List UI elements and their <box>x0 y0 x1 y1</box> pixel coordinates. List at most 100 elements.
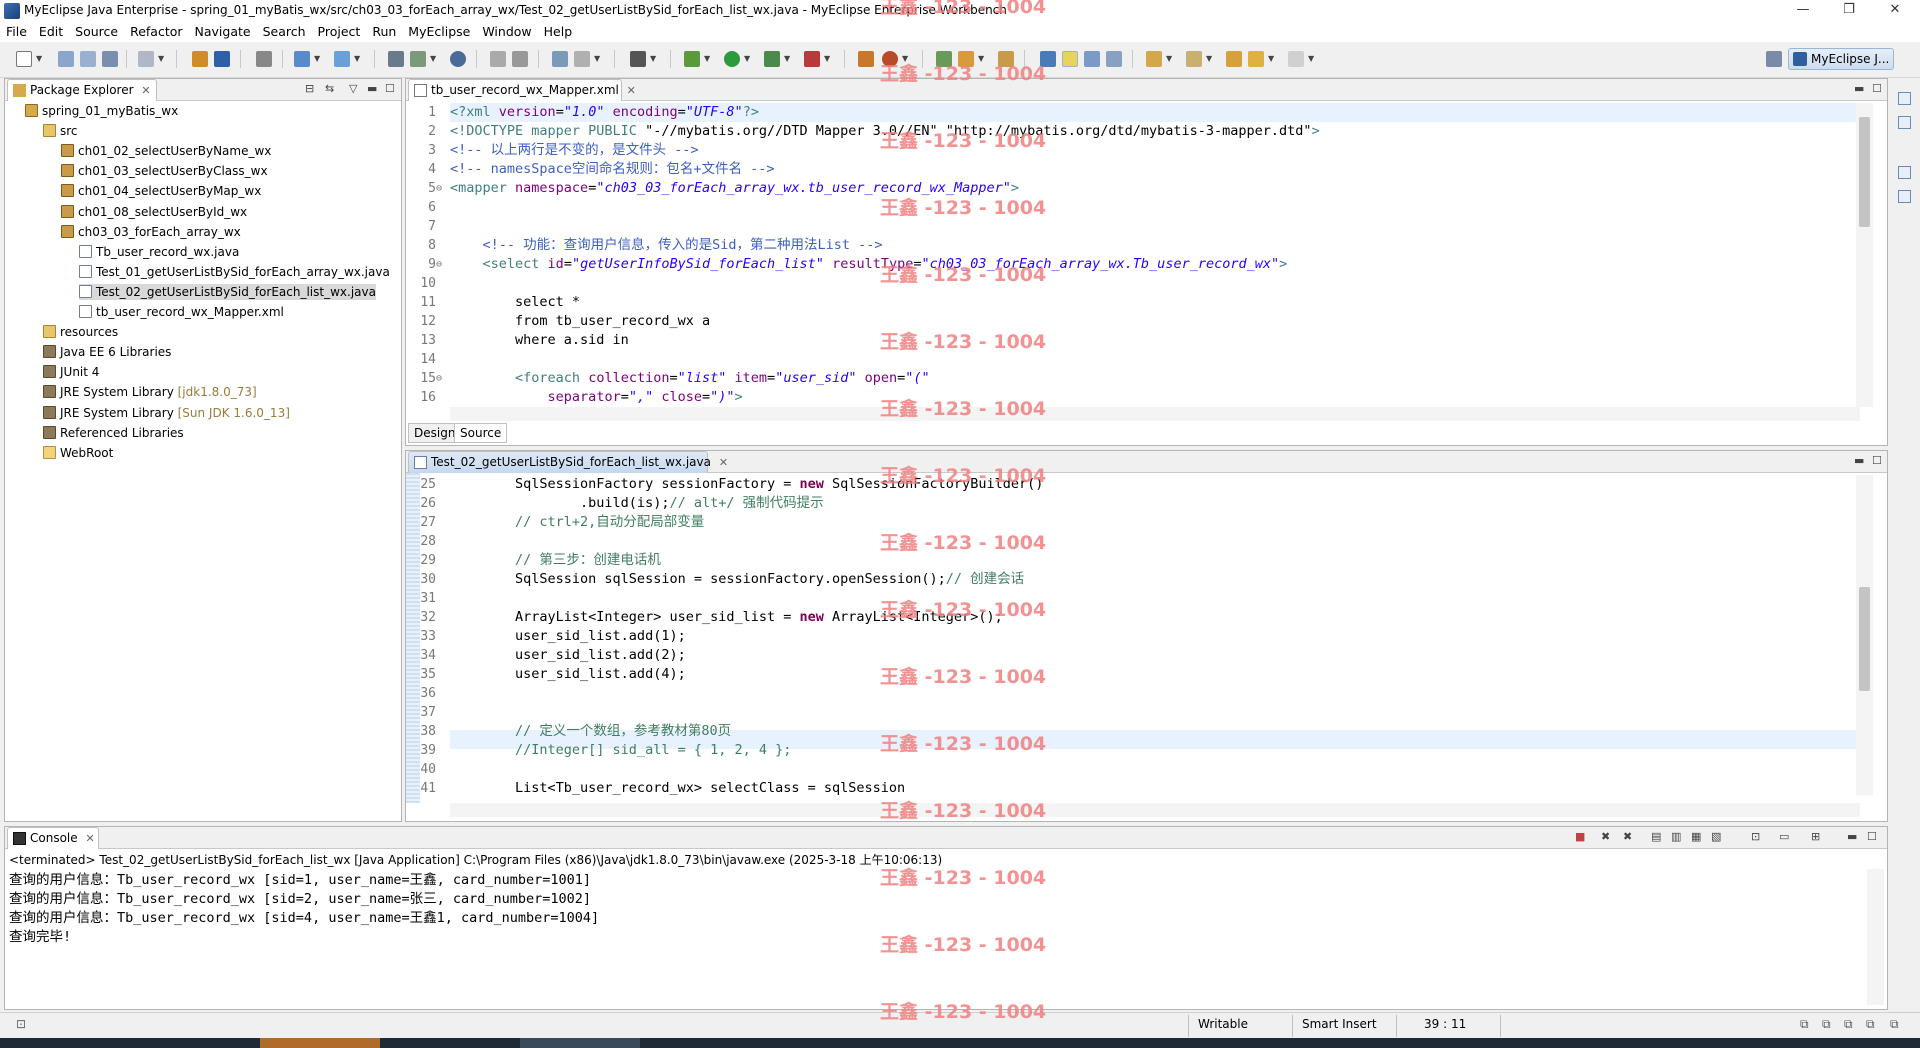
minimize-view-icon[interactable]: ▬ <box>1854 454 1864 467</box>
history-icon[interactable] <box>574 51 590 67</box>
next-annotation-dropdown-icon[interactable]: ▼ <box>1166 54 1172 63</box>
print-icon[interactable] <box>102 51 118 67</box>
restore-icon[interactable] <box>1898 166 1911 179</box>
code-line[interactable]: from tb_user_record_wx a <box>450 312 710 331</box>
restore-button[interactable]: ❐ <box>1826 0 1872 22</box>
menu-navigate[interactable]: Navigate <box>189 22 257 42</box>
menu-myeclipse[interactable]: MyEclipse <box>402 22 476 42</box>
tree-item[interactable]: ch01_03_selectUserByClass_wx <box>61 163 268 179</box>
search-tools-icon[interactable] <box>334 51 350 67</box>
mark-occurrences-icon[interactable] <box>958 51 974 67</box>
code-line[interactable]: List<Tb_user_record_wx> selectClass = sq… <box>450 779 905 795</box>
java-vertical-scrollbar[interactable] <box>1856 475 1873 795</box>
tree-item[interactable]: WebRoot <box>43 445 113 461</box>
code-line[interactable]: <!-- 功能：查询用户信息，传入的是Sid，第二种用法List --> <box>450 236 883 255</box>
trim-icon[interactable]: ⧉ <box>1866 1017 1875 1032</box>
back-icon[interactable] <box>1248 51 1264 67</box>
tree-item[interactable]: src <box>43 123 78 139</box>
close-icon[interactable]: ✕ <box>719 456 728 469</box>
console-vertical-scrollbar[interactable] <box>1867 869 1884 1005</box>
run-tools-dropdown-icon[interactable]: ▼ <box>784 54 790 63</box>
deploy-dropdown-icon[interactable]: ▼ <box>158 54 164 63</box>
next-annotation-icon[interactable] <box>1146 51 1162 67</box>
code-line[interactable]: SqlSession sqlSession = sessionFactory.o… <box>450 570 1024 589</box>
save-all-icon[interactable] <box>80 51 96 67</box>
forward-dropdown-icon[interactable]: ▼ <box>1308 54 1314 63</box>
remove-all-icon[interactable]: ✖ <box>1623 830 1632 843</box>
tree-item[interactable]: Referenced Libraries <box>43 425 184 441</box>
tree-item[interactable]: ch01_02_selectUserByName_wx <box>61 143 271 159</box>
tree-item[interactable]: ch01_04_selectUserByMap_wx <box>61 183 261 199</box>
link-with-editor-icon[interactable]: ⇆ <box>325 82 334 95</box>
menu-run[interactable]: Run <box>366 22 402 42</box>
new-class-dropdown-icon[interactable]: ▼ <box>902 54 908 63</box>
server-icon[interactable] <box>192 51 208 67</box>
menu-file[interactable]: File <box>0 22 33 42</box>
xml-horizontal-scrollbar[interactable] <box>450 407 1860 421</box>
java-code-area[interactable]: 25 SqlSessionFactory sessionFactory = ne… <box>406 475 1866 795</box>
maximize-view-icon[interactable]: ☐ <box>1872 454 1882 467</box>
terminate-icon[interactable]: ■ <box>1575 830 1585 843</box>
maximize-view-icon[interactable]: ☐ <box>1867 830 1877 843</box>
clear-console-icon[interactable]: ▤ <box>1651 830 1661 843</box>
pin-console-icon[interactable]: ⊡ <box>1751 830 1760 843</box>
new-package-icon[interactable] <box>858 51 874 67</box>
code-line[interactable]: // 第三步：创建电话机 <box>450 551 661 570</box>
collapse-all-icon[interactable]: ⊟ <box>305 82 314 95</box>
tab-source[interactable]: Source <box>454 423 508 443</box>
forward-icon[interactable] <box>1288 51 1304 67</box>
menu-help[interactable]: Help <box>538 22 579 42</box>
new-icon[interactable] <box>16 51 32 67</box>
maximize-view-icon[interactable]: ☐ <box>385 82 395 95</box>
step-icon[interactable] <box>512 51 528 67</box>
close-icon[interactable]: ✕ <box>627 84 636 97</box>
mark-dropdown-icon[interactable]: ▼ <box>978 54 984 63</box>
browser-icon[interactable] <box>450 51 466 67</box>
outline-icon[interactable] <box>1898 116 1911 129</box>
debug-icon[interactable] <box>684 51 700 67</box>
close-button[interactable]: ✕ <box>1872 0 1918 22</box>
minimize-button[interactable]: — <box>1780 0 1826 22</box>
web-tools-dropdown-icon[interactable]: ▼ <box>314 54 320 63</box>
code-line[interactable]: // ctrl+2,自动分配局部变量 <box>450 513 704 532</box>
code-line[interactable]: <mapper namespace="ch03_03_forEach_array… <box>450 179 1019 198</box>
menu-edit[interactable]: Edit <box>33 22 69 42</box>
run-dropdown-icon[interactable]: ▼ <box>744 54 750 63</box>
java-horizontal-scrollbar[interactable] <box>450 803 1860 817</box>
open-console-icon[interactable]: ⊞ <box>1811 830 1820 843</box>
console-output[interactable]: 查询的用户信息：Tb_user_record_wx [sid=1, user_n… <box>5 871 1867 1003</box>
minimize-view-icon[interactable]: ▬ <box>1854 82 1864 95</box>
show-stdout-icon[interactable]: ▦ <box>1691 830 1701 843</box>
tab-package-explorer[interactable]: Package Explorer ✕ <box>7 79 157 101</box>
open-perspective-button-icon[interactable] <box>1766 51 1782 67</box>
remove-launch-icon[interactable]: ✖ <box>1601 830 1610 843</box>
code-line[interactable]: SqlSessionFactory sessionFactory = new S… <box>450 475 1043 494</box>
tree-item[interactable]: resources <box>43 324 118 340</box>
menu-search[interactable]: Search <box>257 22 312 42</box>
open-resource-dropdown-icon[interactable]: ▼ <box>430 54 436 63</box>
tree-item[interactable]: tb_user_record_wx_Mapper.xml <box>79 304 284 320</box>
code-line[interactable]: select * <box>450 293 580 312</box>
maximize-view-icon[interactable]: ☐ <box>1872 82 1882 95</box>
last-edit-icon[interactable] <box>1226 51 1242 67</box>
trim-icon[interactable]: ⧉ <box>1800 1017 1809 1032</box>
trim-icon[interactable]: ⧉ <box>1844 1017 1853 1032</box>
new-class-icon[interactable] <box>882 51 898 67</box>
external-tools-dropdown-icon[interactable]: ▼ <box>824 54 830 63</box>
tree-item[interactable]: Test_01_getUserListBySid_forEach_array_w… <box>79 264 390 280</box>
display-console-icon[interactable]: ▭ <box>1779 830 1789 843</box>
prev-annotation-icon[interactable] <box>1186 51 1202 67</box>
menu-project[interactable]: Project <box>312 22 367 42</box>
trim-icon[interactable]: ⧉ <box>1822 1017 1831 1032</box>
open-type-icon[interactable] <box>388 51 404 67</box>
code-line[interactable]: where a.sid in <box>450 331 629 350</box>
code-line[interactable]: separator="," close=")"> <box>450 388 743 407</box>
fast-view-icon[interactable]: ⊡ <box>16 1017 26 1031</box>
fold-toggle-icon[interactable]: ⊖ <box>436 369 442 388</box>
code-line[interactable]: <select id="getUserInfoBySid_forEach_lis… <box>450 255 1288 274</box>
web-tools-icon[interactable] <box>294 51 310 67</box>
deploy-icon[interactable] <box>138 51 154 67</box>
tab-console[interactable]: Console ✕ <box>7 827 99 849</box>
code-line[interactable]: <!-- namesSpace空间命名规则：包名+文件名 --> <box>450 160 775 179</box>
code-line[interactable]: <foreach collection="list" item="user_si… <box>450 369 930 388</box>
